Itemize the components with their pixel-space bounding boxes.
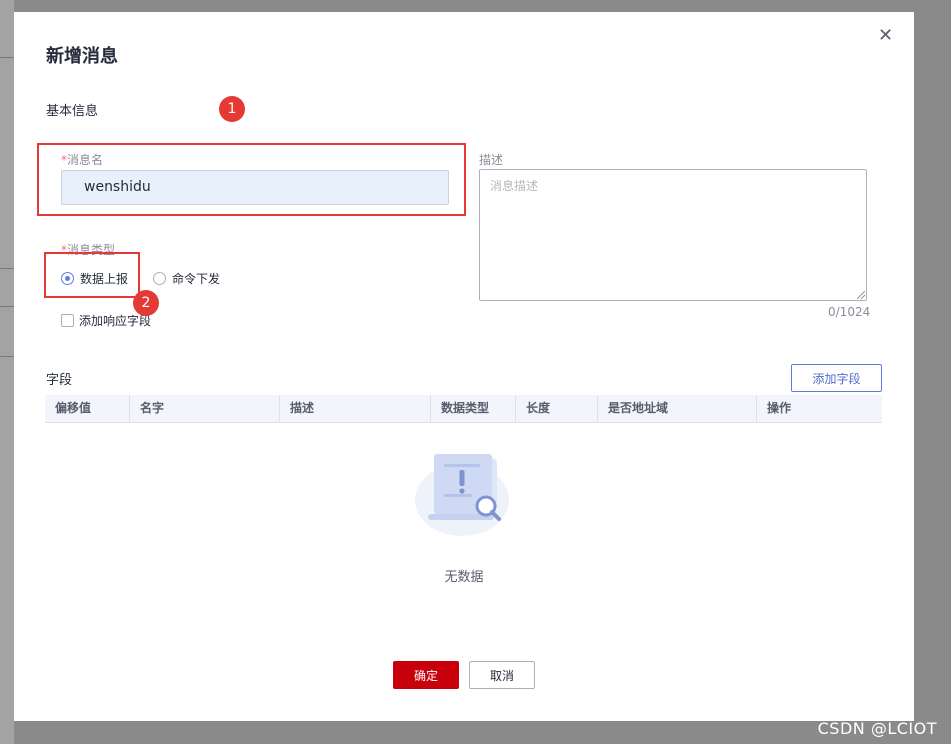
annotation-badge-2: 2: [133, 290, 159, 316]
checkbox-icon: [61, 314, 74, 327]
column-header: 偏移值: [55, 401, 92, 415]
basic-info-heading: 基本信息: [46, 104, 99, 119]
annotation-highlight-type: [44, 252, 140, 298]
fields-table-header: 偏移值 名字 描述 数据类型 长度 是否地址域 操作: [45, 395, 882, 423]
column-header: 名字: [129, 395, 164, 422]
empty-state-text: 无数据: [444, 570, 484, 585]
column-header: 操作: [756, 395, 791, 422]
add-message-dialog: 新增消息 ✕ 基本信息 *消息名 wenshidu 描述 消息描述 0/1024…: [14, 12, 914, 721]
column-header: 长度: [515, 395, 550, 422]
background-divider: [0, 306, 14, 307]
empty-data-icon: [415, 454, 509, 536]
radio-label: 命令下发: [172, 272, 221, 286]
resize-handle-icon[interactable]: [857, 291, 865, 299]
column-header: 描述: [279, 395, 314, 422]
fields-heading: 字段: [46, 373, 73, 388]
ok-button[interactable]: 确定: [393, 661, 459, 689]
radio-command-issue[interactable]: 命令下发: [153, 270, 220, 287]
description-char-counter: 0/1024: [828, 305, 871, 319]
add-response-field-checkbox[interactable]: 添加响应字段: [61, 312, 151, 329]
background-divider: [0, 268, 14, 269]
description-placeholder: 消息描述: [490, 179, 539, 193]
dialog-title: 新增消息: [46, 46, 118, 67]
annotation-highlight-name: [37, 143, 466, 216]
description-label: 描述: [479, 153, 504, 167]
column-header: 是否地址域: [597, 395, 668, 422]
background-panel: [0, 0, 14, 744]
column-header: 数据类型: [430, 395, 489, 422]
background-divider: [0, 356, 14, 357]
radio-unchecked-icon: [153, 272, 166, 285]
description-textarea[interactable]: 消息描述: [479, 169, 867, 301]
background-divider: [0, 57, 14, 58]
cancel-button[interactable]: 取消: [469, 661, 535, 689]
annotation-badge-1: 1: [219, 96, 245, 122]
watermark: CSDN @LCIOT: [817, 719, 937, 738]
add-field-button[interactable]: 添加字段: [791, 364, 882, 392]
close-icon[interactable]: ✕: [878, 27, 893, 45]
